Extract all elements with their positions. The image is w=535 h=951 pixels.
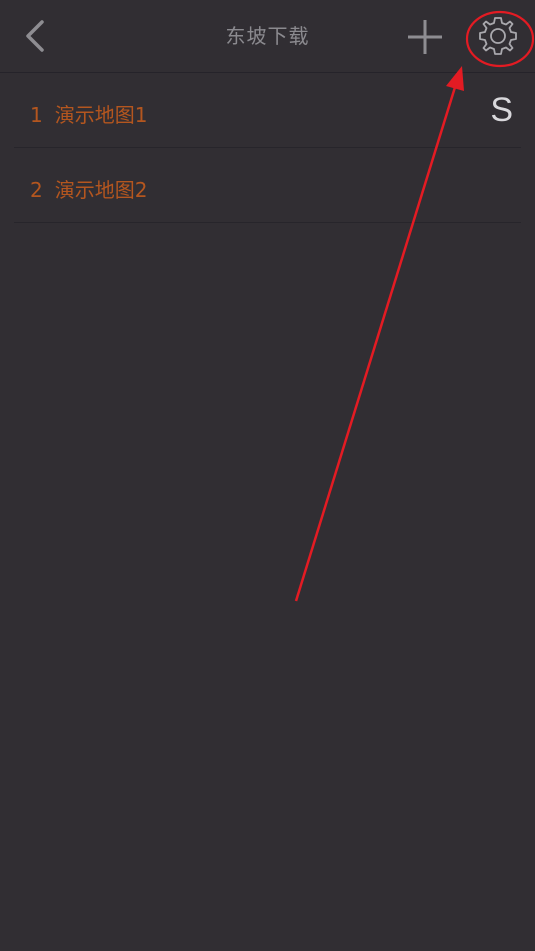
list-item[interactable]: 1 演示地图1 S <box>14 73 521 148</box>
nav-bar: 东坡下载 <box>0 0 535 73</box>
screen: 东坡下载 1 演示地图1 S 2 演示地图2 <box>0 0 535 951</box>
list-item-label: 1 演示地图1 <box>30 99 147 128</box>
gear-icon <box>479 17 517 55</box>
list-item-number: 2 <box>30 178 43 202</box>
settings-button[interactable] <box>474 12 522 60</box>
plus-icon <box>408 20 442 54</box>
add-button[interactable] <box>402 14 448 60</box>
page-title: 东坡下载 <box>225 24 310 48</box>
list-item-label: 2 演示地图2 <box>30 174 147 203</box>
list-item[interactable]: 2 演示地图2 <box>14 148 521 223</box>
list-item-title: 演示地图2 <box>54 178 148 202</box>
status-badge: S <box>490 91 513 129</box>
list-item-number: 1 <box>30 103 43 127</box>
map-list: 1 演示地图1 S 2 演示地图2 <box>0 73 535 223</box>
list-item-title: 演示地图1 <box>54 103 148 127</box>
